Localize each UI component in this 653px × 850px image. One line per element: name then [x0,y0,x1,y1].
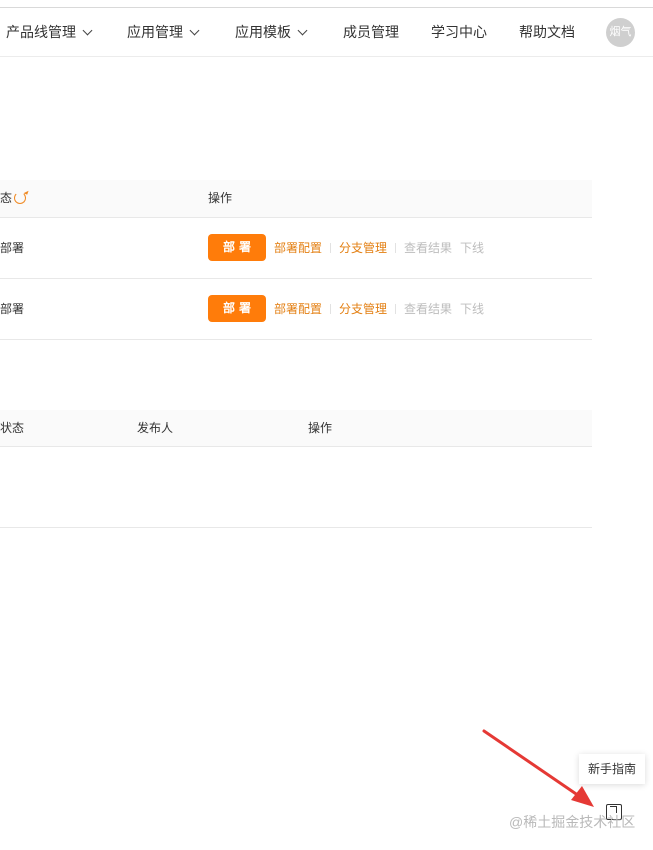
red-arrow-annotation [482,729,594,807]
watermark: @稀土掘金技术社区 [509,814,636,830]
